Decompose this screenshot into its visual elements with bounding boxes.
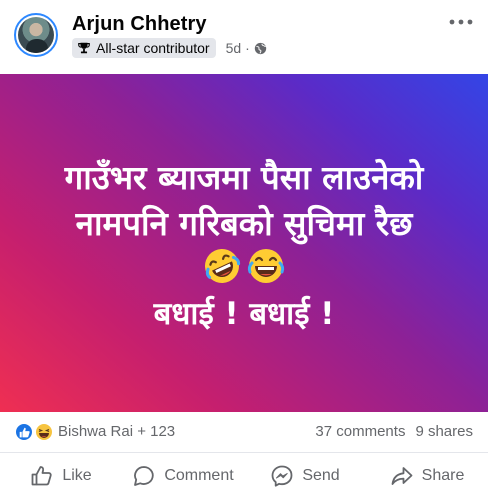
rolling-on-floor-laughing-emoji <box>205 249 241 283</box>
post-text-line-3: बधाई ! बधाई ! <box>153 296 335 332</box>
share-icon <box>391 466 413 485</box>
post-text-line-2: नामपनि गरिबको सुचिमा रैछ <box>75 204 413 243</box>
send-label: Send <box>302 466 340 484</box>
post-header: Arjun Chhetry All-star contributor 5d · <box>0 0 488 74</box>
avatar-photo <box>18 17 54 53</box>
globe-icon <box>254 42 267 54</box>
contributor-badge[interactable]: All-star contributor <box>72 38 216 58</box>
like-icon <box>14 422 34 442</box>
shares-count[interactable]: 9 shares <box>415 423 473 440</box>
actions-bar: Like Comment Send Share <box>0 453 488 498</box>
comments-count[interactable]: 37 comments <box>315 423 405 440</box>
messenger-icon <box>271 465 293 487</box>
reaction-icons[interactable] <box>14 422 56 442</box>
post-meta: All-star contributor 5d · <box>72 38 267 58</box>
author-name[interactable]: Arjun Chhetry <box>72 13 207 36</box>
post-text-line-1: गाउँभर ब्याजमा पैसा लाउनेको <box>64 158 424 197</box>
share-button[interactable]: Share <box>366 453 488 498</box>
post-time[interactable]: 5d <box>226 40 242 56</box>
comment-icon <box>134 465 154 486</box>
avatar[interactable] <box>14 13 58 57</box>
reaction-summary[interactable]: Bishwa Rai + 123 <box>58 423 175 440</box>
post-stats: 37 comments 9 shares <box>315 423 473 440</box>
post-image[interactable]: गाउँभर ब्याजमा पैसा लाउनेको नामपनि गरिबक… <box>0 74 488 412</box>
like-label: Like <box>62 466 92 484</box>
trophy-icon <box>78 42 90 54</box>
meta-separator: · <box>245 40 250 56</box>
grinning-tears-emoji <box>247 249 285 283</box>
share-label: Share <box>421 466 465 484</box>
more-options-button[interactable] <box>446 10 476 34</box>
comment-label: Comment <box>164 466 234 484</box>
emoji-row <box>0 246 488 288</box>
haha-icon <box>34 422 54 442</box>
like-button[interactable]: Like <box>0 453 122 498</box>
reactions-bar: Bishwa Rai + 123 37 comments 9 shares <box>0 412 488 453</box>
more-dots-icon <box>449 19 473 25</box>
badge-label: All-star contributor <box>96 40 210 56</box>
send-button[interactable]: Send <box>244 453 366 498</box>
thumbs-up-icon <box>31 465 52 485</box>
comment-button[interactable]: Comment <box>122 453 244 498</box>
